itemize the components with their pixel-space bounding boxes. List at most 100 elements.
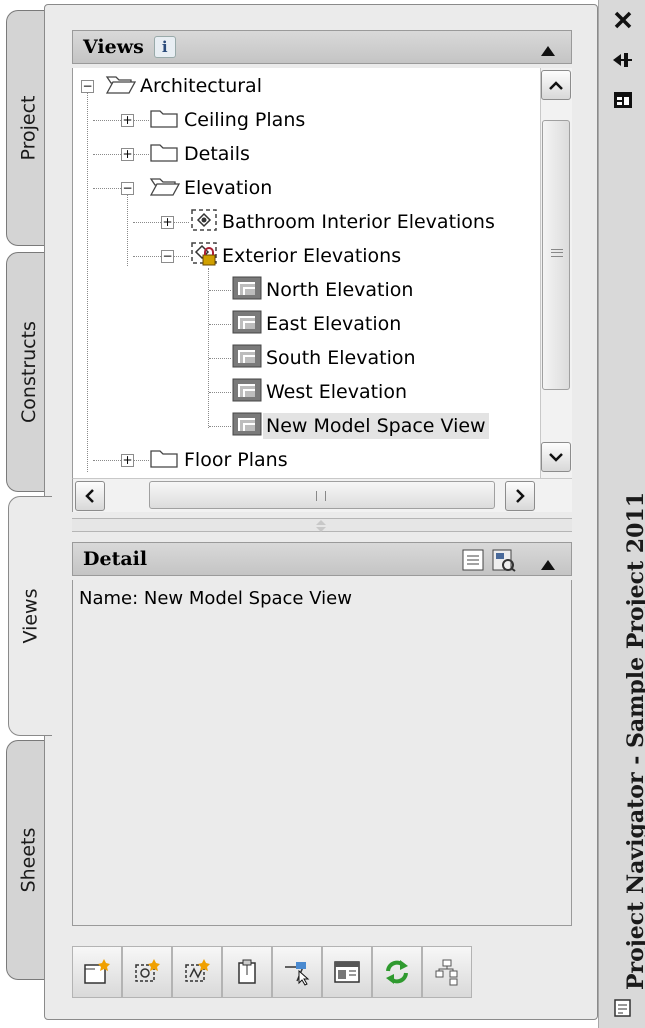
scroll-left-button[interactable]: [75, 481, 105, 511]
palette-title: Project Navigator - Sample Project 2011: [623, 491, 645, 990]
tree-horizontal-scrollbar[interactable]: [72, 478, 572, 512]
expand-ceiling-plans-button[interactable]: +: [121, 114, 134, 127]
tab-sheets-label: Sheets: [17, 827, 40, 893]
tab-views-label: Views: [19, 588, 42, 644]
autohide-button[interactable]: [611, 48, 635, 72]
bottom-toolbar: [72, 946, 502, 1002]
tree-label-ceiling-plans: Ceiling Plans: [184, 109, 306, 131]
add-sheet-view-button[interactable]: [222, 946, 272, 998]
tree-label-east-elevation: East Elevation: [266, 313, 402, 335]
vertical-scroll-thumb[interactable]: [542, 120, 570, 390]
elevation-view-icon: [231, 343, 263, 374]
tree-node-new-model-space-view[interactable]: New Model Space View: [231, 411, 489, 441]
folder-icon: [149, 107, 181, 134]
refresh-icon: [386, 960, 408, 984]
tree-node-architectural[interactable]: Architectural: [105, 71, 265, 101]
elevation-view-icon: [231, 309, 263, 340]
views-panel-title: Views: [83, 36, 144, 58]
regenerate-icon: [435, 959, 458, 986]
tree-node-south-elevation[interactable]: South Elevation: [231, 343, 419, 373]
triangle-up-icon[interactable]: [541, 553, 555, 575]
select-view-button[interactable]: [272, 946, 322, 998]
views-panel-header: Views i: [72, 30, 572, 64]
scroll-down-button[interactable]: [541, 442, 571, 472]
regenerate-button[interactable]: [422, 946, 472, 998]
detail-panel-body: Name: New Model Space View: [72, 580, 572, 926]
horizontal-scroll-thumb[interactable]: [149, 481, 495, 509]
detail-panel-title: Detail: [83, 548, 148, 570]
add-section-icon: [135, 959, 160, 982]
tree-label-new-model-space-view: New Model Space View: [263, 413, 489, 439]
tree-node-details[interactable]: Details: [149, 139, 253, 169]
expand-bathroom-button[interactable]: +: [161, 216, 174, 229]
elevation-view-icon: [231, 275, 263, 306]
scroll-right-button[interactable]: [505, 481, 535, 511]
expand-details-button[interactable]: +: [121, 148, 134, 161]
add-view-button[interactable]: [72, 946, 122, 998]
reposition-icon: [334, 961, 360, 983]
triangle-up-icon[interactable]: [541, 39, 555, 61]
tree-node-floor-plans[interactable]: Floor Plans: [149, 445, 291, 475]
tree-label-floor-plans: Floor Plans: [184, 449, 288, 471]
close-icon: [614, 11, 632, 29]
select-view-icon: [285, 962, 310, 986]
folder-icon: [149, 447, 181, 474]
add-view-icon: [84, 959, 110, 984]
tree-node-east-elevation[interactable]: East Elevation: [231, 309, 404, 339]
add-detail-icon: [185, 959, 210, 982]
close-button[interactable]: [611, 8, 635, 32]
chevron-up-icon: [549, 81, 563, 90]
expand-floor-plans-button[interactable]: +: [121, 454, 134, 467]
add-detail-button[interactable]: [172, 946, 222, 998]
add-section-elevation-button[interactable]: [122, 946, 172, 998]
elevation-view-icon: [231, 411, 263, 442]
detail-name-text: Name: New Model Space View: [79, 588, 352, 609]
open-folder-icon: [105, 73, 137, 100]
tree-label-west-elevation: West Elevation: [266, 381, 408, 403]
folder-icon: [149, 141, 181, 168]
tree-node-ceiling-plans[interactable]: Ceiling Plans: [149, 105, 308, 135]
tree-node-exterior-elevations[interactable]: Exterior Elevations: [189, 241, 404, 271]
scroll-up-button[interactable]: [541, 70, 571, 100]
grip-icon: [316, 491, 326, 501]
list-view-icon[interactable]: [461, 548, 485, 577]
tree-label-north-elevation: North Elevation: [266, 279, 414, 301]
properties-icon: [614, 92, 632, 108]
tab-project-label: Project: [17, 95, 40, 161]
chevron-down-icon: [549, 453, 563, 462]
chevron-left-icon: [85, 489, 94, 503]
locked-elevation-category-icon: [189, 240, 219, 273]
collapse-architectural-button[interactable]: −: [81, 80, 94, 93]
tab-views[interactable]: Views: [8, 496, 52, 736]
panel-splitter[interactable]: [72, 518, 572, 532]
tree-node-west-elevation[interactable]: West Elevation: [231, 377, 410, 407]
properties-button[interactable]: [611, 88, 635, 112]
info-icon[interactable]: i: [153, 36, 176, 58]
tree-node-north-elevation[interactable]: North Elevation: [231, 275, 416, 305]
chevron-right-icon: [516, 489, 525, 503]
collapse-exterior-button[interactable]: −: [161, 250, 174, 263]
tree-label-details: Details: [184, 143, 250, 165]
tree-label-bathroom: Bathroom Interior Elevations: [222, 211, 495, 233]
detail-panel-header: Detail: [72, 542, 572, 576]
tree-label-elevation: Elevation: [184, 177, 273, 199]
views-tree[interactable]: − Architectural + Ceiling Plans + Detail…: [72, 68, 540, 478]
tab-constructs-label: Constructs: [17, 321, 40, 423]
refresh-button[interactable]: [372, 946, 422, 998]
elevation-view-icon: [231, 377, 263, 408]
palette-options-button[interactable]: [611, 996, 635, 1020]
tree-label-architectural: Architectural: [140, 75, 262, 97]
open-folder-icon: [149, 175, 181, 202]
collapse-elevation-button[interactable]: −: [121, 182, 134, 195]
tree-node-bathroom-interior-elevations[interactable]: Bathroom Interior Elevations: [189, 207, 498, 237]
tree-label-south-elevation: South Elevation: [266, 347, 416, 369]
splitter-grip-icon: [316, 520, 326, 532]
autohide-icon: [613, 53, 632, 67]
tree-vertical-scrollbar[interactable]: [540, 68, 572, 478]
tree-label-exterior: Exterior Elevations: [222, 245, 402, 267]
reposition-button[interactable]: [322, 946, 372, 998]
preview-icon[interactable]: [491, 548, 517, 577]
tree-node-elevation[interactable]: Elevation: [149, 173, 275, 203]
add-sheet-icon: [238, 959, 256, 984]
grip-icon: [551, 249, 563, 257]
